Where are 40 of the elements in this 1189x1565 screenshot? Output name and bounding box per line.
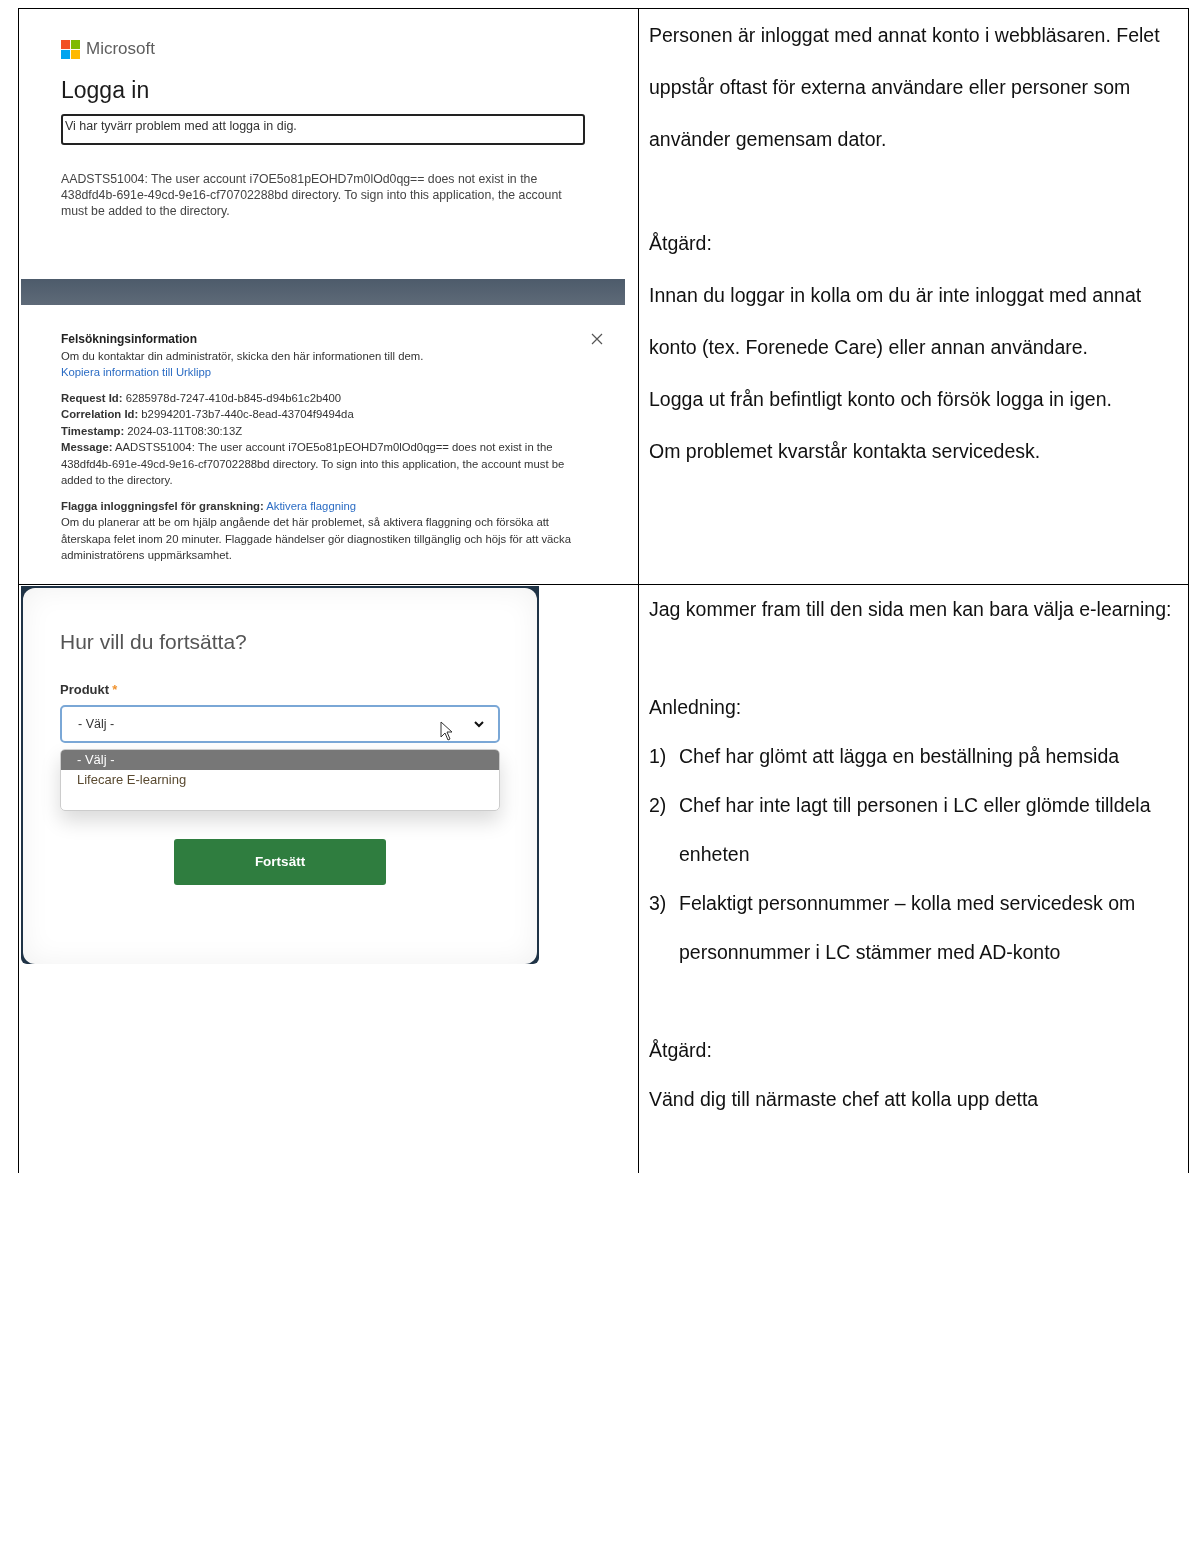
chevron-down-icon xyxy=(474,719,484,728)
detail-line: Timestamp: 2024-03-11T08:30:13Z xyxy=(61,423,244,439)
list-number: 3) xyxy=(649,890,668,916)
note-text: Personen är inloggat med annat konto i webbläsaren. Felet uppstår oftast för externa användare eller personer som använder gemensam dator. xyxy=(649,23,1161,152)
error-alert: Vi har tyvärr problem med att logga in dig. xyxy=(61,114,585,145)
required-mark: * xyxy=(112,681,118,697)
cursor-icon xyxy=(440,720,454,741)
section-title: Felsökningsinformation xyxy=(61,331,198,348)
list-item-text: Chef har glömt att lägga en beställning på hemsida xyxy=(679,743,1121,769)
error-message: AADSTS51004: The user account i7OE5o81pEOHD7m0lOd0qg== does not exist in the 438dfd4b-691e-49cd-9e16-cf70702288bd directory. To sign into this application, the account must be added to the directory. xyxy=(61,171,563,219)
product-select[interactable]: - Välj - xyxy=(60,704,500,743)
detail-line: Message: AADSTS51004: The user account i7OE5o81pEOHD7m0lOd0qg== does not exist in the 438dfd4b-691e-49cd-9e16-cf70702288bd directory. To sign into this application, the account must be added to the directory. xyxy=(61,440,566,488)
note-text: Anledning: xyxy=(649,694,743,720)
note-text: Jag kommer fram till den sida men kan bara välja e-learning: xyxy=(649,596,1173,622)
note-text: Vänd dig till närmaste chef att kolla upp detta xyxy=(649,1086,1040,1112)
windows-logo-icon xyxy=(61,39,80,59)
field-label: Produkt xyxy=(60,681,110,697)
brand-name: Microsoft xyxy=(86,39,155,59)
list-number: 2) xyxy=(649,792,668,818)
flag-description: Om du planerar att be om hjälp angående det här problemet, så aktivera flaggning och försöka att återskapa felet inom 20 minuter. Flaggade händelser gör diagnostiken tillgänglig och höjs för att väcka administratörens uppmärksamhet. xyxy=(61,515,572,563)
detail-line: Request Id: 6285978d-7247-410d-b845-d94b61c2b400 xyxy=(61,390,343,406)
list-number: 1) xyxy=(649,743,668,769)
note-text: Åtgärd: xyxy=(649,1037,713,1063)
intro-text: Om du kontaktar din administratör, skicka den här informationen till dem. xyxy=(61,348,425,364)
list-item-text: Chef har inte lagt till personen i LC eller glömde tilldela enheten xyxy=(679,792,1152,867)
dropdown-option[interactable]: Lifecare E-learning xyxy=(61,769,499,790)
note-text: Innan du loggar in kolla om du är inte inloggat med annat konto (tex. Forenede Care) eller annan användare. xyxy=(649,283,1143,360)
flag-link[interactable]: Aktivera flaggning xyxy=(266,499,357,512)
dropdown-option[interactable]: - Välj - xyxy=(61,749,499,770)
dialog-title: Hur vill du fortsätta? xyxy=(60,629,248,654)
note-text: Åtgärd: xyxy=(649,231,713,256)
flag-line: Flagga inloggningsfel för granskning: Aktivera flaggning xyxy=(61,498,358,514)
close-icon[interactable] xyxy=(591,333,603,345)
copy-link[interactable]: Kopiera information till Urklipp xyxy=(61,366,212,378)
continue-button[interactable]: Fortsätt xyxy=(174,838,386,885)
list-item-text: Felaktigt personnummer – kolla med servicedesk om personnummer i LC stämmer med AD-konto xyxy=(679,890,1137,965)
detail-line: Correlation Id: b2994201-73b7-440c-8ead-43704f9494da xyxy=(61,407,355,422)
note-text: Om problemet kvarstår kontakta servicedesk. xyxy=(649,439,1042,464)
page-title: Logga in xyxy=(61,77,151,104)
note-text: Logga ut från befintligt konto och försök logga in igen. xyxy=(649,387,1113,412)
